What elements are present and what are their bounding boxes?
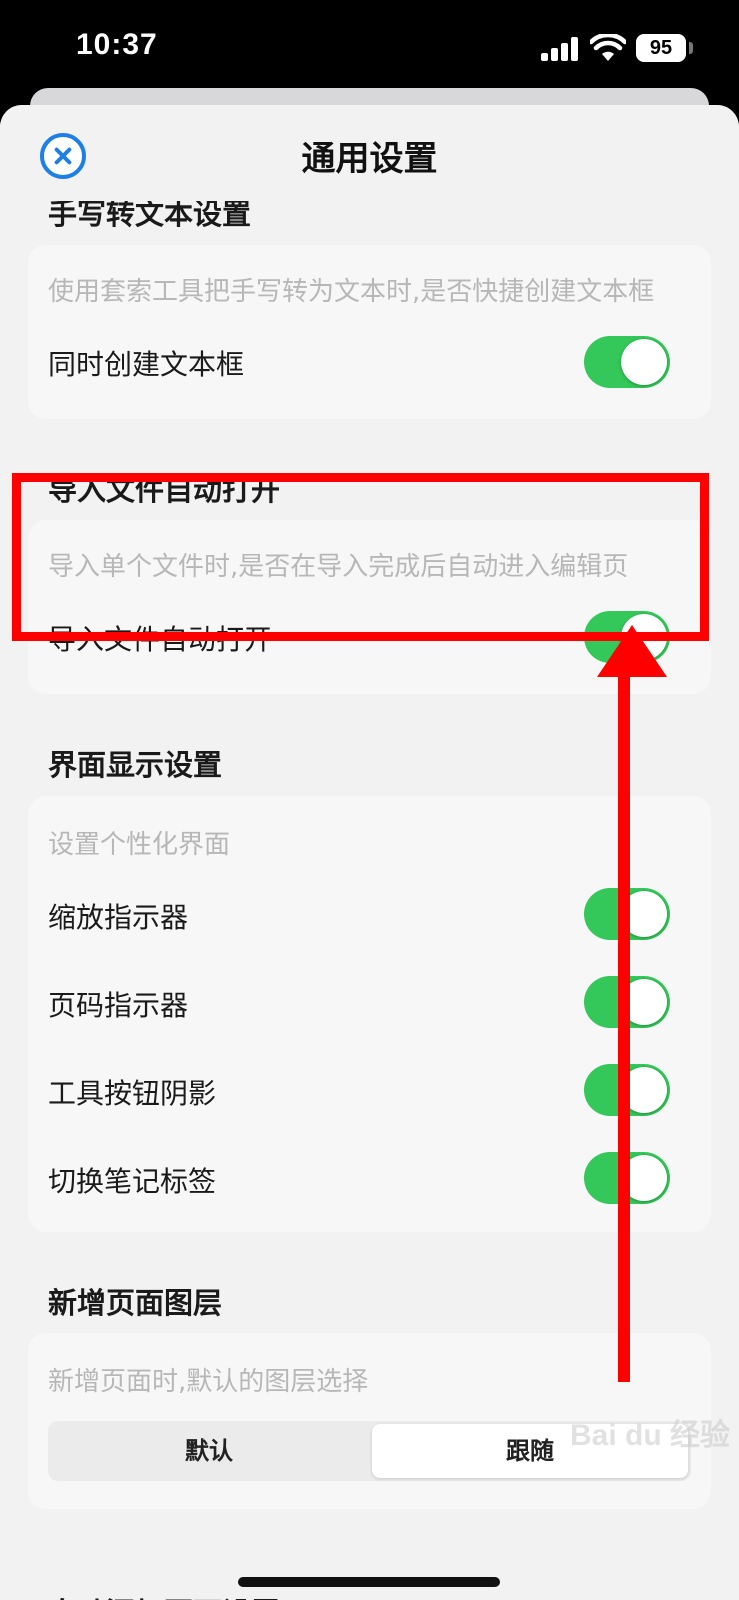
row-label-switch-note-tab: 切换笔记标签 <box>48 1165 217 1198</box>
wifi-icon <box>590 34 626 61</box>
cellular-signal-icon <box>541 37 581 61</box>
toggle-create-textbox[interactable] <box>584 336 670 388</box>
section-title-layer: 新增页面图层 <box>48 1286 223 1320</box>
watermark: Bai du 经验 <box>570 1419 731 1452</box>
status-bar: 10:37 95 <box>0 0 739 95</box>
home-indicator <box>238 1577 500 1587</box>
card-display: 设置个性化界面 缩放指示器 页码指示器 工具按钮阴影 切换笔记标签 <box>28 796 711 1232</box>
row-label-page-indicator: 页码指示器 <box>48 989 189 1022</box>
battery-icon: 95 <box>636 34 686 62</box>
battery-cap <box>689 42 693 54</box>
nav-bar: 通用设置 <box>0 105 739 201</box>
segment-default[interactable]: 默认 <box>51 1424 367 1478</box>
arrow-shaft <box>618 662 630 1382</box>
row-label-tool-button-shadow: 工具按钮阴影 <box>48 1077 217 1110</box>
status-time: 10:37 <box>76 28 158 61</box>
section-title-display: 界面显示设置 <box>48 748 223 782</box>
layer-description: 新增页面时,默认的图层选择 <box>48 1367 369 1397</box>
card-handwriting: 使用套索工具把手写转为文本时,是否快捷创建文本框 同时创建文本框 <box>28 245 711 419</box>
handwriting-description: 使用套索工具把手写转为文本时,是否快捷创建文本框 <box>48 277 655 307</box>
section-title-auto-add: 自动添加页面设置 <box>48 1590 280 1600</box>
page-title: 通用设置 <box>301 139 438 179</box>
highlight-box <box>12 473 709 641</box>
display-description: 设置个性化界面 <box>48 830 231 860</box>
row-label-create-textbox: 同时创建文本框 <box>48 348 245 381</box>
arrow-up-icon <box>597 625 667 677</box>
row-label-zoom-indicator: 缩放指示器 <box>48 901 189 934</box>
